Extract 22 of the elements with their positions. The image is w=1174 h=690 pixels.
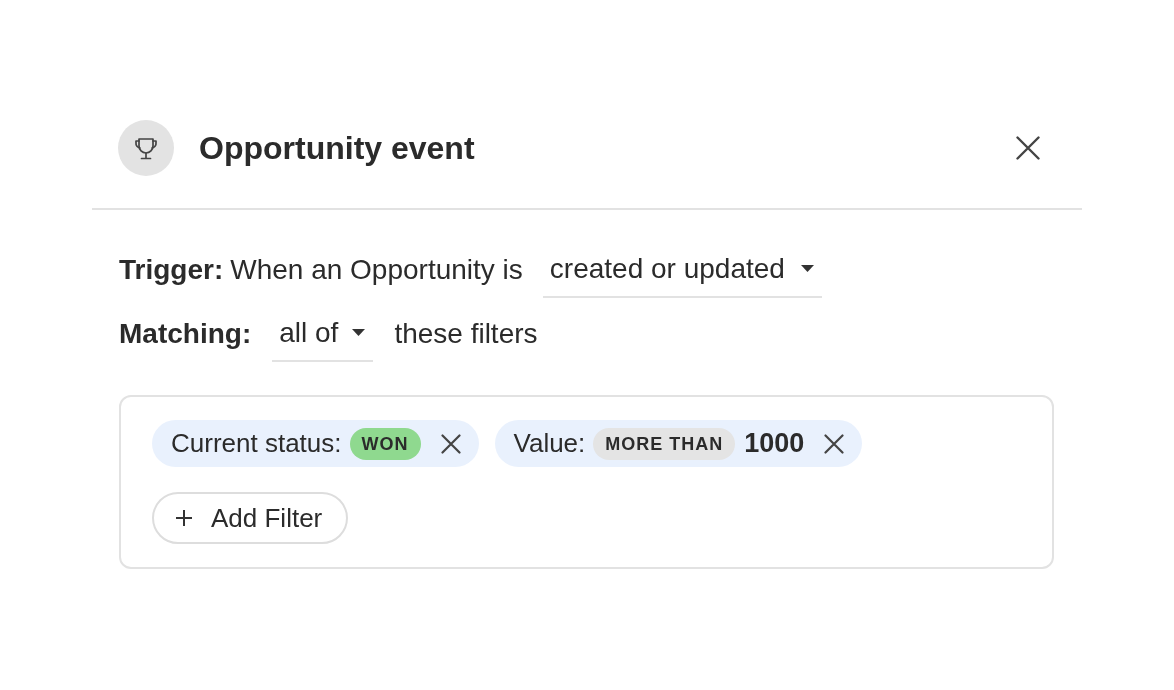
filter-value: 1000 bbox=[744, 428, 805, 459]
matching-text: these filters bbox=[394, 317, 538, 350]
filter-chip[interactable]: Value: MORE THAN 1000 bbox=[494, 420, 863, 467]
filter-chip[interactable]: Current status: WON bbox=[152, 420, 479, 467]
filter-tag: MORE THAN bbox=[593, 427, 736, 460]
close-icon[interactable] bbox=[824, 433, 845, 454]
trophy-icon bbox=[118, 120, 174, 176]
trigger-label: Trigger: bbox=[119, 253, 224, 286]
filter-tag: WON bbox=[349, 427, 421, 460]
close-icon[interactable] bbox=[440, 433, 461, 454]
caret-icon bbox=[352, 329, 366, 336]
plus-icon bbox=[176, 510, 192, 526]
matching-dropdown[interactable]: all of bbox=[272, 305, 374, 362]
panel-title: Opportunity event bbox=[199, 129, 475, 167]
trigger-dropdown[interactable]: created or updated bbox=[542, 241, 822, 298]
add-filter-button[interactable]: Add Filter bbox=[152, 492, 349, 544]
close-icon[interactable] bbox=[1016, 136, 1040, 160]
caret-icon bbox=[800, 265, 814, 272]
trigger-text: When an Opportunity is bbox=[230, 253, 523, 286]
filter-label: Value: bbox=[513, 428, 586, 459]
filter-label: Current status: bbox=[171, 428, 342, 459]
matching-label: Matching: bbox=[119, 317, 252, 350]
